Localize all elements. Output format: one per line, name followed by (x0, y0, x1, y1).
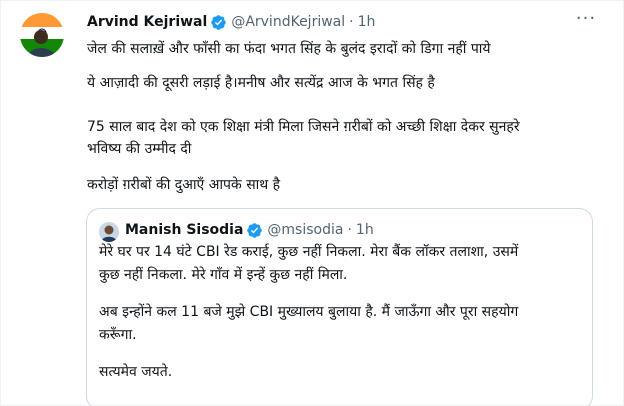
quoted-author-name: Manish Sisodia (125, 222, 244, 238)
quoted-header-separator: · (347, 222, 352, 238)
tweet-text-line: करोड़ों ग़रीबों की दुआएँ आपके साथ है (87, 177, 281, 193)
author-avatar[interactable] (20, 13, 64, 57)
verified-badge-icon (210, 14, 227, 31)
quoted-tweet-text-line: मेरे घर पर 14 घंटे CBI रेड कराई, कुछ नही… (99, 244, 519, 260)
tweet-header: Arvind Kejriwal @ArvindKejriwal · 1h (87, 12, 375, 32)
tweet-text-line: भविष्य की उम्मीद दी (87, 141, 192, 157)
quoted-tweet-timestamp: 1h (355, 222, 374, 238)
quoted-author-handle: @msisodia (267, 222, 344, 238)
quoted-tweet-text-line: सत्यमेव जयते. (99, 364, 173, 380)
quoted-tweet[interactable]: Manish Sisodia @msisodia · 1h मेरे घर पर… (86, 208, 593, 406)
verified-badge-icon (246, 222, 263, 239)
quoted-tweet-text-line: कुछ नहीं निकला. मेरे गाँव में इन्हें कुछ… (99, 267, 348, 283)
tweet-timestamp[interactable]: 1h (358, 12, 376, 32)
quoted-tweet-text-line: करूँगा. (99, 327, 137, 343)
tweet[interactable]: Arvind Kejriwal @ArvindKejriwal · 1h ···… (0, 0, 624, 406)
tweet-text-line: 75 साल बाद देश को एक शिक्षा मंत्री मिला … (87, 119, 520, 135)
author-name[interactable]: Arvind Kejriwal (87, 12, 207, 32)
more-options-icon[interactable]: ··· (575, 10, 597, 31)
quoted-tweet-header: Manish Sisodia @msisodia · 1h (125, 220, 374, 240)
tweet-text-line: ये आज़ादी की दूसरी लड़ाई है।मनीष और सत्य… (87, 75, 435, 91)
author-handle[interactable]: @ArvindKejriwal (231, 12, 345, 32)
tweet-text-line: जेल की सलाख़ें और फाँसी का फंदा भगत सिंह… (87, 41, 491, 57)
quoted-tweet-text-line: अब इन्होंने कल 11 बजे मुझे CBI मुख्यालय … (99, 304, 519, 320)
header-separator: · (349, 14, 354, 30)
quoted-author-avatar (99, 222, 119, 242)
